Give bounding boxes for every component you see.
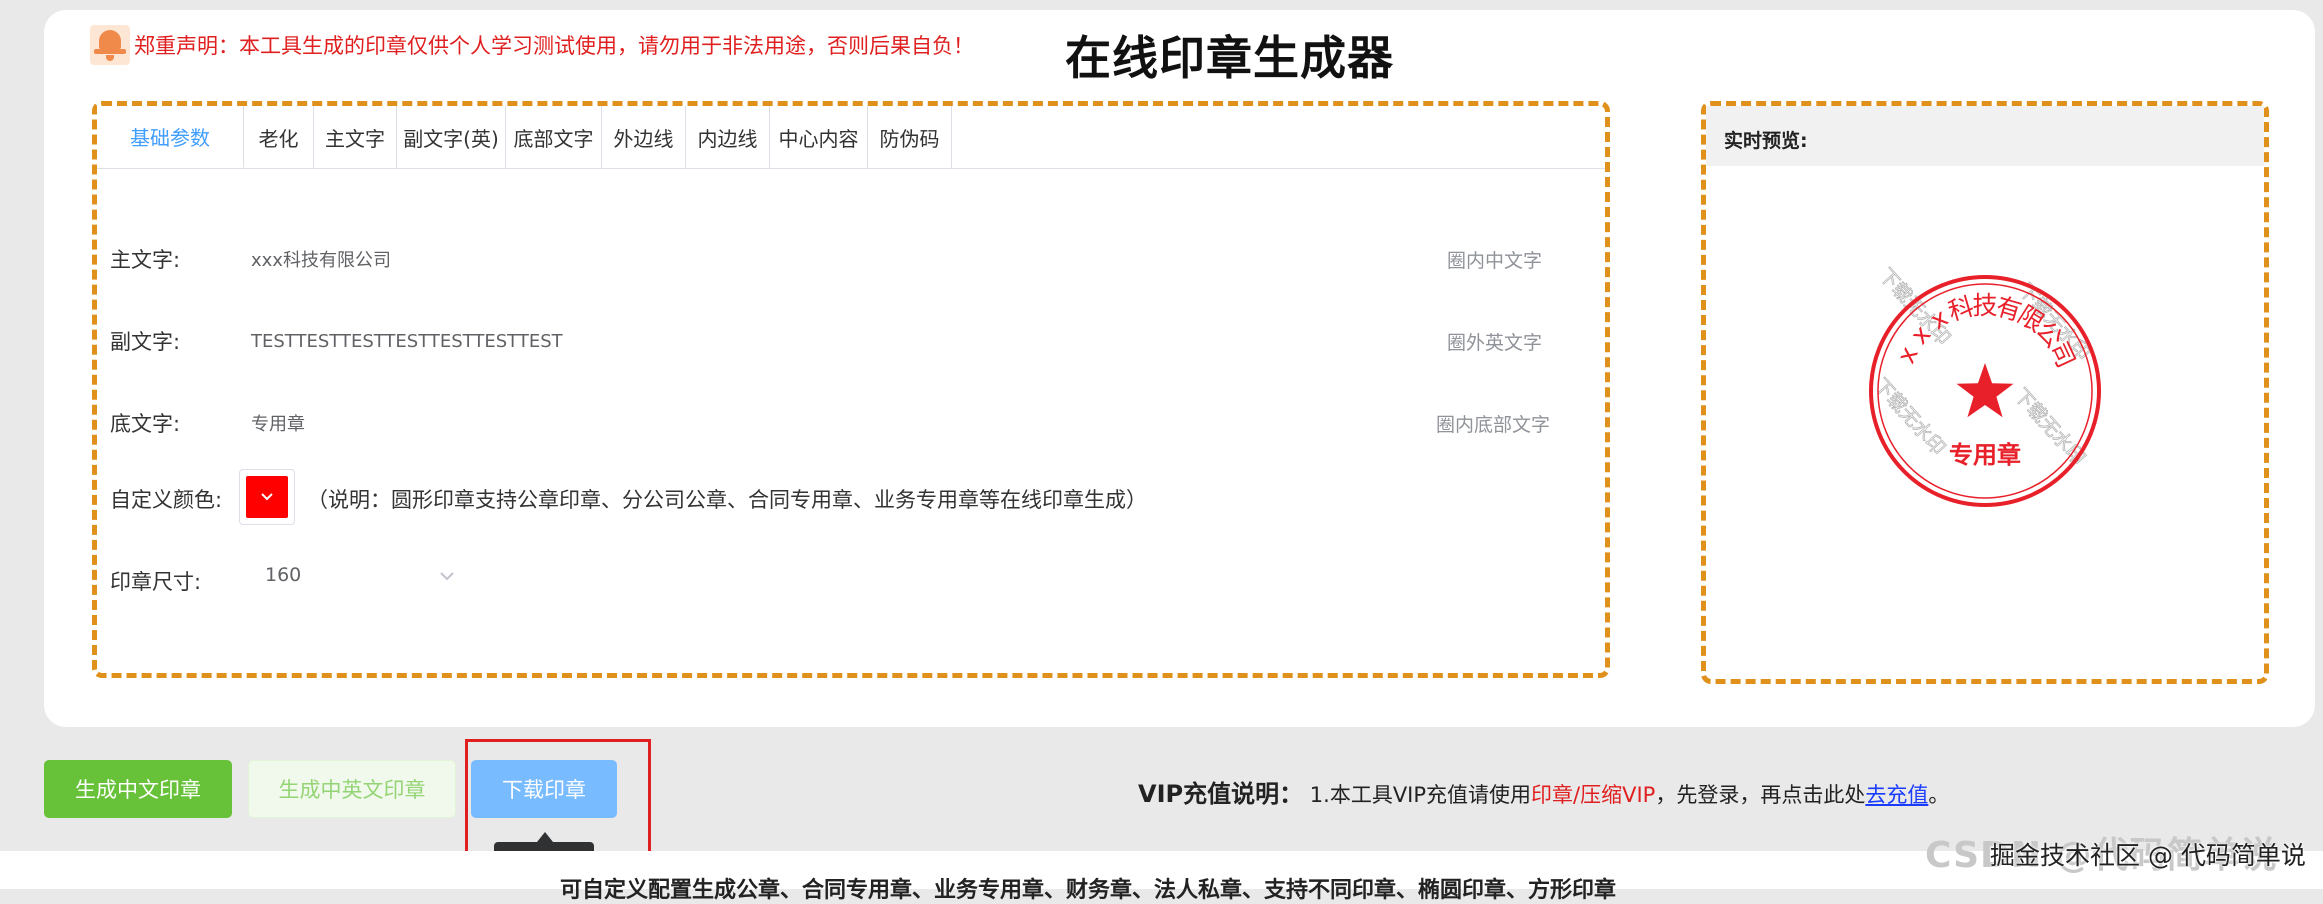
tab-inner-border[interactable]: 内边线 <box>686 106 770 168</box>
tab-center-content[interactable]: 中心内容 <box>770 106 868 168</box>
sub-text-label: 副文字: <box>110 330 181 354</box>
preview-header: 实时预览: <box>1706 106 2264 166</box>
stamp-preview: 下载无水印 下载无水印下载无水印 下载无水印 xxx科技有限公司 专用章 <box>1869 264 2101 507</box>
vip-highlight: 印章/压缩VIP <box>1531 783 1656 807</box>
config-panel: 基础参数 老化 主文字 副文字(英) 底部文字 外边线 内边线 中心内容 防伪码… <box>92 101 1610 678</box>
main-text-hint: 圈内中文字 <box>1447 250 1543 272</box>
bottom-text-input[interactable] <box>249 407 1013 439</box>
tab-anti-fake-code[interactable]: 防伪码 <box>868 106 952 168</box>
page-title: 在线印章生成器 <box>1065 31 1394 85</box>
sub-text-input[interactable] <box>249 325 1013 357</box>
color-note: （说明：圆形印章支持公章印章、分公司公章、合同专用章、业务专用章等在线印章生成） <box>307 488 1147 512</box>
stamp-bottom-text: 专用章 <box>1949 441 2021 469</box>
size-label: 印章尺寸: <box>110 570 202 594</box>
stamp-star-icon <box>1956 363 2014 418</box>
color-label: 自定义颜色: <box>110 488 223 512</box>
tab-outer-border[interactable]: 外边线 <box>602 106 686 168</box>
chevron-down-icon <box>440 572 454 581</box>
vip-title: VIP充值说明： <box>1138 780 1304 808</box>
color-picker[interactable] <box>239 469 295 525</box>
credit-watermark: 掘金技术社区 @ 代码简单说 <box>1990 841 2306 870</box>
sub-text-hint: 圈外英文字 <box>1447 332 1543 354</box>
tab-main-text[interactable]: 主文字 <box>314 106 397 168</box>
tab-aging[interactable]: 老化 <box>244 106 314 168</box>
vip-text-1: 1.本工具VIP充值请使用 <box>1309 783 1532 807</box>
vip-end: 。 <box>1928 783 1950 807</box>
chevron-down-icon <box>261 493 273 501</box>
tooltip-arrow <box>537 832 553 842</box>
main-text-input[interactable] <box>249 243 1013 275</box>
size-select[interactable]: 160 <box>239 556 459 596</box>
color-swatch <box>246 476 288 518</box>
generate-cn-button[interactable]: 生成中文印章 <box>44 760 232 818</box>
tab-sub-text-en[interactable]: 副文字(英) <box>397 106 506 168</box>
bottom-text-hint: 圈内底部文字 <box>1436 414 1551 436</box>
generate-en-button[interactable]: 生成中英文印章 <box>248 760 456 818</box>
feature-text: 可自定义配置生成公章、合同专用章、业务专用章、财务章、法人私章、支持不同印章、椭… <box>560 878 1617 903</box>
size-value: 160 <box>265 564 302 586</box>
tab-basic-params[interactable]: 基础参数 <box>97 106 244 168</box>
tab-bar: 基础参数 老化 主文字 副文字(英) 底部文字 外边线 内边线 中心内容 防伪码 <box>97 106 1605 169</box>
vip-info: VIP充值说明： 1.本工具VIP充值请使用印章/压缩VIP，先登录，再点击此处… <box>1138 774 1949 809</box>
vip-text-2: ，先登录，再点击此处 <box>1655 783 1866 807</box>
tab-bottom-text[interactable]: 底部文字 <box>506 106 602 168</box>
bell-icon <box>90 25 130 65</box>
bottom-text-label: 底文字: <box>110 412 181 436</box>
main-text-label: 主文字: <box>110 248 181 272</box>
preview-panel: 实时预览: 下载无水印 下载无水印 下载无水印 下载无水印 xxx科技有限公司 专用章 <box>1701 101 2269 684</box>
preview-title: 实时预览: <box>1724 130 1808 152</box>
stamp-char: x <box>1891 342 1924 368</box>
disclaimer-text: 郑重声明：本工具生成的印章仅供个人学习测试使用，请勿用于非法用途，否则后果自负！ <box>134 34 974 58</box>
recharge-link[interactable]: 去充值 <box>1865 783 1928 807</box>
